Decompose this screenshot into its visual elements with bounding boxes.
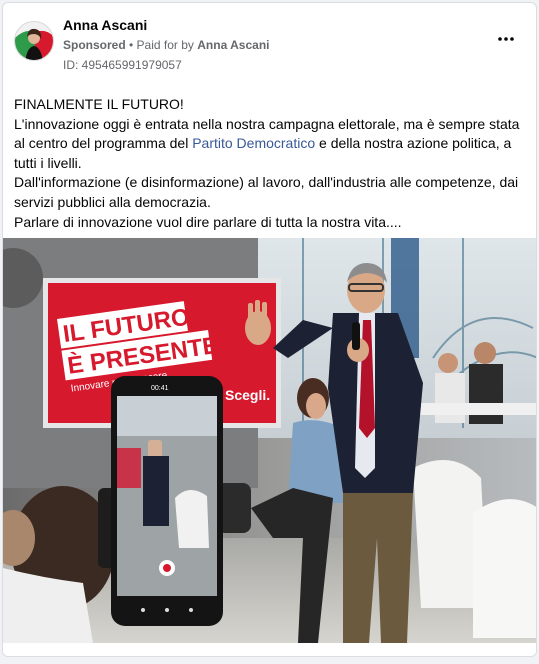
paid-for-name[interactable]: Anna Ascani xyxy=(197,38,269,52)
phone-time: 00:41 xyxy=(151,385,169,392)
body-line-3: Dall'informazione (e disinformazione) al… xyxy=(14,174,519,210)
sponsored-label: Sponsored xyxy=(63,38,126,52)
body-line-2: L'innovazione oggi è entrata nella nostr… xyxy=(14,115,526,174)
ad-post-card: Anna Ascani Sponsored • Paid for by Anna… xyxy=(2,2,537,657)
banner-brand: Scegli. xyxy=(225,387,270,403)
more-horizontal-icon[interactable] xyxy=(494,29,518,49)
post-footer xyxy=(3,643,536,656)
pd-link[interactable]: Partito Democratico xyxy=(192,135,315,151)
post-photo[interactable]: IL FUTURO È PRESENTE! Innovare per cresc… xyxy=(3,238,536,643)
post-body: FINALMENTE IL FUTURO! L'innovazione oggi… xyxy=(14,95,526,232)
avatar-image xyxy=(15,22,53,60)
post-meta: Sponsored • Paid for by Anna Ascani xyxy=(63,38,270,52)
body-line-4: Parlare di innovazione vuol dire parlare… xyxy=(14,213,402,230)
author-avatar[interactable] xyxy=(14,21,54,61)
meta-separator: • xyxy=(125,38,137,52)
post-header: Anna Ascani Sponsored • Paid for by Anna… xyxy=(3,3,536,85)
author-name[interactable]: Anna Ascani xyxy=(63,17,147,33)
ad-id: ID: 495465991979057 xyxy=(63,58,182,72)
body-line-1: FINALMENTE IL FUTURO! xyxy=(14,96,184,112)
paid-for-prefix: Paid for by xyxy=(136,38,198,52)
